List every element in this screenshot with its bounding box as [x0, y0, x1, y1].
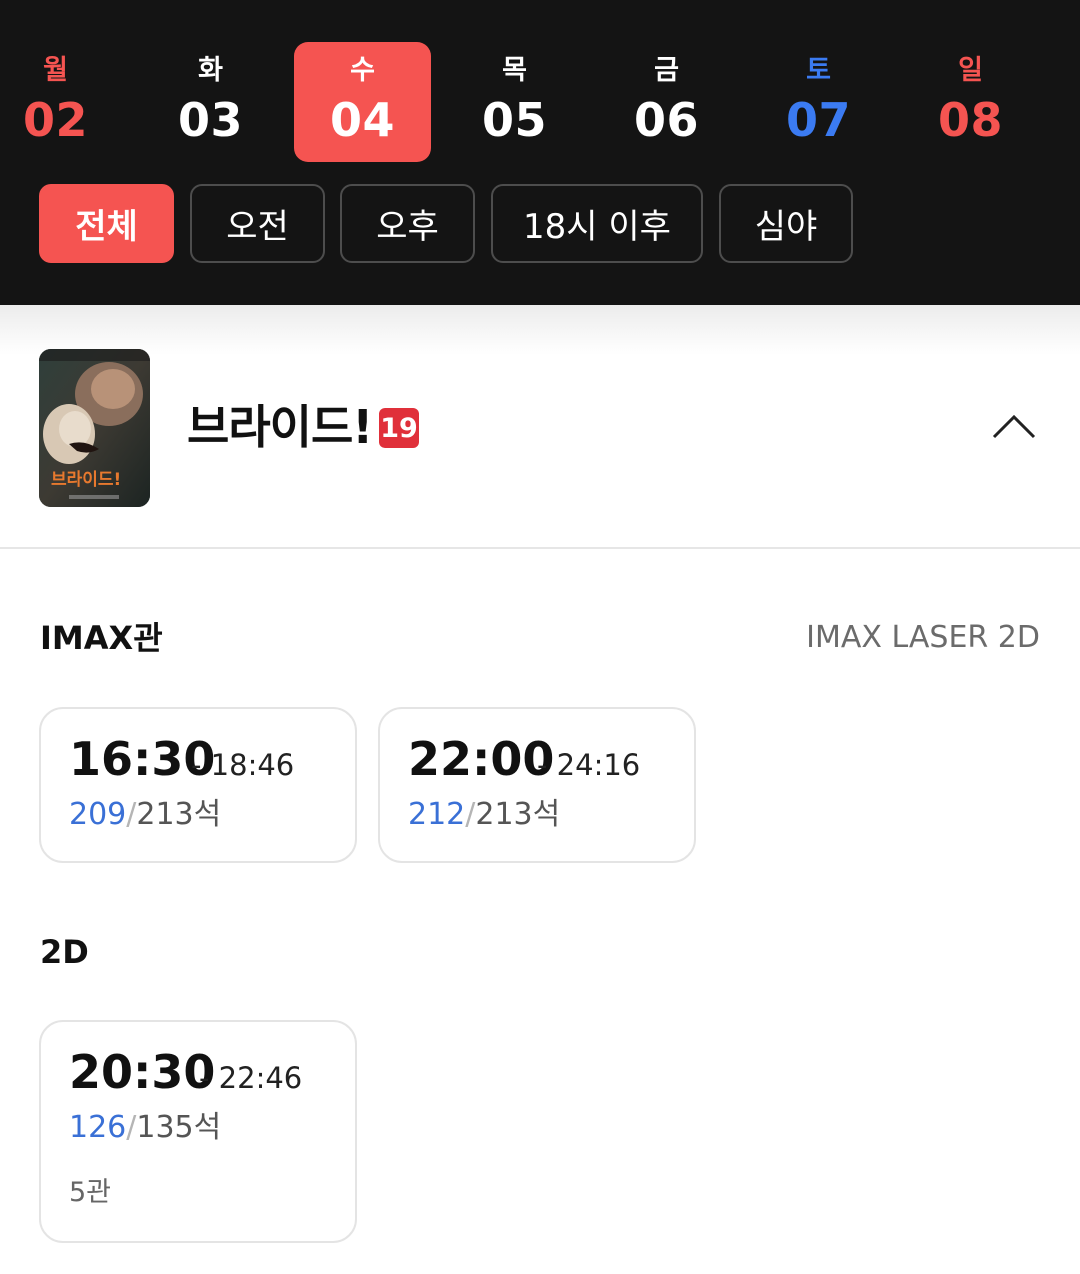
seat-availability: 212/213석 [408, 797, 561, 832]
date-item-03[interactable]: 화 03 [142, 42, 279, 162]
total-seats: 213석 [475, 797, 561, 832]
weekday-label: 금 [654, 55, 679, 86]
showtime-end: - 24:16 [537, 748, 641, 782]
date-item-04-selected[interactable]: 수 04 [294, 42, 431, 162]
showtime-start: 20:30 [69, 1045, 216, 1099]
day-number: 02 [22, 93, 88, 147]
movie-title: 브라이드! [187, 400, 373, 454]
showtime-card[interactable]: 20:30 - 22:46 126/135석 5관 [39, 1020, 357, 1243]
date-item-05[interactable]: 목 05 [446, 42, 583, 162]
date-item-02[interactable]: 월 02 [0, 42, 124, 162]
available-seats: 209 [69, 797, 127, 832]
weekday-label: 목 [502, 55, 527, 86]
section-title-2d: 2D [40, 933, 89, 971]
weekday-label: 일 [958, 55, 983, 86]
showtime-card[interactable]: 16:30 - 18:46 209/213석 [39, 707, 357, 863]
day-number: 07 [785, 93, 851, 147]
weekday-label: 월 [43, 55, 68, 86]
filter-after-18-button[interactable]: 18시 이후 [491, 184, 703, 263]
date-item-07[interactable]: 토 07 [750, 42, 887, 162]
filter-all-button[interactable]: 전체 [39, 184, 174, 263]
seat-availability: 126/135석 [69, 1110, 222, 1145]
seat-availability: 209/213석 [69, 797, 222, 832]
total-seats: 213석 [136, 797, 222, 832]
movie-poster[interactable]: 브라이드! [39, 349, 150, 507]
day-number: 06 [633, 93, 699, 147]
header-shadow [0, 305, 1080, 355]
date-item-08[interactable]: 일 08 [902, 42, 1039, 162]
total-seats: 135석 [136, 1110, 222, 1145]
date-item-06[interactable]: 금 06 [598, 42, 735, 162]
weekday-label: 화 [198, 55, 223, 86]
filter-afternoon-button[interactable]: 오후 [340, 184, 475, 263]
poster-image: 브라이드! [39, 349, 150, 507]
available-seats: 126 [69, 1110, 127, 1145]
hall-label: 5관 [69, 1177, 112, 1208]
day-number: 05 [481, 93, 547, 147]
day-number: 04 [329, 93, 395, 147]
weekday-label: 수 [350, 55, 375, 86]
day-number: 03 [177, 93, 243, 147]
showtime-end: - 18:46 [191, 748, 295, 782]
showtime-start: 22:00 [408, 732, 555, 786]
section-format-label: IMAX LASER 2D [806, 620, 1040, 655]
section-title-imax: IMAX관 [40, 619, 163, 657]
available-seats: 212 [408, 797, 466, 832]
schedule-header: 월 02 화 03 수 04 목 05 금 06 토 07 일 08 전체 오전… [0, 0, 1080, 305]
filter-morning-button[interactable]: 오전 [190, 184, 325, 263]
filter-late-night-button[interactable]: 심야 [719, 184, 853, 263]
weekday-label: 토 [806, 55, 831, 86]
chevron-up-icon[interactable] [990, 411, 1038, 441]
poster-title-text: 브라이드! [51, 470, 121, 490]
showtime-card[interactable]: 22:00 - 24:16 212/213석 [378, 707, 696, 863]
showtime-end: - 22:46 [199, 1061, 303, 1095]
age-rating-badge: 19 [379, 408, 419, 448]
day-number: 08 [937, 93, 1003, 147]
movie-header-row[interactable]: 브라이드! 브라이드! 19 [0, 349, 1080, 549]
